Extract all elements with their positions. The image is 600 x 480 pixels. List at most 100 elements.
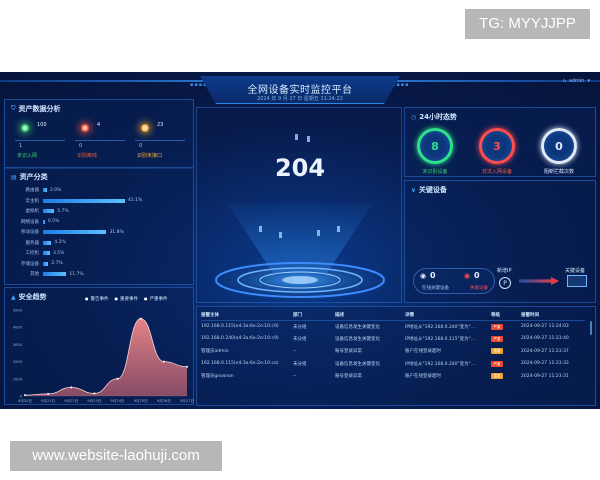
col-dept: 部门 xyxy=(293,310,335,321)
cell-time: 2024-09-27 11:23:31 xyxy=(521,373,569,379)
trend-point xyxy=(47,392,50,395)
shield-icon: ⛉ xyxy=(11,105,16,112)
asset-stat-divider xyxy=(135,140,185,141)
category-bar xyxy=(43,251,50,255)
y-tick-label: 5000 xyxy=(13,309,23,313)
category-pct: 2.7% xyxy=(51,261,63,266)
cell-level: 重要 xyxy=(491,370,521,383)
table-row[interactable]: 管理员gnosnon -- 账号登录异常 账户在线登录超时 重要 2024-09-27 1… xyxy=(201,370,585,383)
trend-point xyxy=(116,377,119,380)
status-dot-icon xyxy=(80,123,90,133)
category-bar xyxy=(43,230,107,234)
cell-subject: 管理员admin xyxy=(201,349,229,355)
page-title: 全网设备实时监控平台 xyxy=(247,85,353,96)
category-pct: 5.7% xyxy=(57,208,69,214)
security-trend-panel: ▲安全趋势 警告事件 重要事件 严重事件 0100020003000400050… xyxy=(4,287,194,405)
cell-level: 重要 xyxy=(491,345,521,358)
level-badge: 严重 xyxy=(491,360,503,367)
online-count-icon: ◉ xyxy=(420,272,427,280)
asset-stat-value: 100 xyxy=(37,122,47,128)
cell-dept: 未分组 xyxy=(293,361,307,367)
trend-point xyxy=(139,317,142,320)
user-name: admin xyxy=(568,78,585,84)
asset-category-title: ▤ 资产分类 xyxy=(11,173,48,181)
watermark-bottom: www.website-laohuji.com xyxy=(10,441,222,471)
table-row[interactable]: 管理员admin -- 账号登录异常 账户在线登录超时 重要 2024-09-27 11:… xyxy=(201,345,585,358)
cell-time: 2024-09-27 11:24:03 xyxy=(521,324,569,329)
x-tick-label: 9月20日 xyxy=(18,398,32,403)
cell-time: 2024-09-27 11:23:33 xyxy=(521,361,569,367)
clock-icon: ◷ xyxy=(411,113,417,121)
x-tick-label: 9月27日 xyxy=(180,398,194,403)
table-row[interactable]: 192.168.0.115(e4:3a:6e:2e:10:ca) 未分组 设备信息发… xyxy=(201,358,585,371)
data-flow-arrow xyxy=(519,277,559,285)
level-badge: 重要 xyxy=(491,373,503,380)
chevron-down-icon: ▾ xyxy=(587,78,590,84)
asset-analysis-panel: ⛉ 资产数据分析 100 1 未识入网 4 0 识别离线 23 0 识别未接口 xyxy=(4,99,194,169)
trend-point xyxy=(93,392,96,395)
status-ring: 8 xyxy=(417,128,453,164)
cell-level: 严重 xyxy=(491,333,521,346)
cell-detail: IP地址从"192.168.0.115"变为"... xyxy=(405,336,475,342)
category-pct: 3.5% xyxy=(52,250,65,256)
status-ring-label: 阻断拦截次数 xyxy=(543,169,574,175)
switch-icon xyxy=(567,275,587,287)
status-ring: 3 xyxy=(479,128,515,164)
category-row: 路由器 2.0% xyxy=(15,186,62,194)
cell-desc: 设备信息发生关键变化 xyxy=(335,324,380,330)
asset-stat: 23 0 识别未接口 xyxy=(131,118,189,166)
category-name: 云主机 xyxy=(25,198,40,204)
status-24h-title: ◷ 24小时态势 xyxy=(411,113,457,121)
x-tick-label: 9月21日 xyxy=(41,398,55,403)
offline-count: 0 xyxy=(474,271,480,280)
x-tick-label: 9月24日 xyxy=(111,398,125,403)
table-scrollbar[interactable] xyxy=(590,321,592,335)
online-offline-pill: ◉ 0 在线关键设备 ◉ 0 失联设备 xyxy=(413,268,495,294)
switch-label: 关键设备 xyxy=(565,268,586,274)
cell-detail: 账户在线登录超时 xyxy=(405,374,441,380)
category-row: 服务器 4.2% xyxy=(15,239,66,247)
category-bar xyxy=(43,188,47,192)
x-tick-label: 9月26日 xyxy=(157,398,171,403)
cell-dept: 未分组 xyxy=(293,336,307,342)
category-bar xyxy=(43,198,125,203)
col-time: 报警时间 xyxy=(521,310,585,321)
asset-stat-label: 未识入网 xyxy=(17,153,38,159)
cell-time: 2024-09-27 11:23:37 xyxy=(521,348,569,354)
category-pct: 2.0% xyxy=(49,187,62,193)
home-icon[interactable]: ⌂ xyxy=(563,78,566,84)
category-name: 服务器 xyxy=(25,240,40,246)
key-device-title: ∨ 关键设备 xyxy=(411,186,447,194)
category-name: 移动设备 xyxy=(21,230,39,235)
x-tick-label: 9月23日 xyxy=(87,398,101,403)
cell-desc: 设备信息发生关键变化 xyxy=(335,336,380,342)
cell-detail: 账户在线登录超时 xyxy=(405,349,441,355)
category-row: 虚拟机 5.7% xyxy=(15,207,69,215)
asset-stat-sub: 1 xyxy=(19,143,23,149)
category-bar xyxy=(43,219,45,224)
table-row[interactable]: 192.168.0.240(e4:3a:6e:2e:10:c9) 未分组 设备信息发… xyxy=(201,333,585,346)
category-row: 存储设备 2.7% xyxy=(15,260,63,268)
cell-level: 严重 xyxy=(491,358,521,371)
alarm-table-body: 192.168.0.115(e4:3a:6e:2e:10:c9) 未分组 设备信息发… xyxy=(201,320,585,383)
cell-desc: 账号登录异常 xyxy=(335,374,362,380)
dashboard-screen: ▪▪▪▪ ▪▪▪▪ 全网设备实时监控平台 2024 年 9 月 27 日 星期五… xyxy=(0,72,600,409)
cell-time: 2024-09-27 11:23:40 xyxy=(521,336,569,342)
cell-desc: 设备信息发生关键变化 xyxy=(335,361,380,367)
user-menu[interactable]: ⌂ admin ▾ xyxy=(563,78,590,84)
status-ring-label: 非法入网设备 xyxy=(481,169,512,175)
asset-stat-divider xyxy=(75,140,125,141)
category-name: 工控机 xyxy=(25,251,40,256)
status-dot-icon xyxy=(140,123,150,133)
watermark-top: TG: MYYJJPP xyxy=(465,9,590,39)
online-label: 在线关键设备 xyxy=(422,286,449,291)
category-name: 网络设备 xyxy=(21,219,39,225)
level-badge: 严重 xyxy=(491,323,503,330)
status-dot-icon xyxy=(20,123,30,133)
category-name: 虚拟机 xyxy=(25,209,40,214)
cell-detail: IP地址从"192.168.0.240"变为"... xyxy=(405,324,475,330)
y-tick-label: 1000 xyxy=(13,377,23,381)
center-total-value: 204 xyxy=(274,154,326,182)
category-pct: 31.8% xyxy=(109,229,124,235)
table-row[interactable]: 192.168.0.115(e4:3a:6e:2e:10:c9) 未分组 设备信息发… xyxy=(201,320,585,333)
